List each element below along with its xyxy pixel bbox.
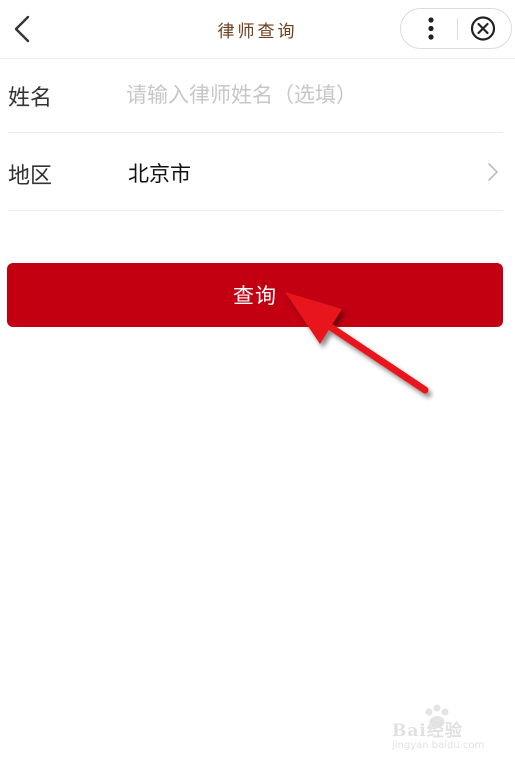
name-input[interactable]: [126, 76, 486, 114]
watermark-brand: Bai经验: [392, 721, 463, 741]
capsule-divider: [457, 18, 458, 39]
navigation-bar: 律师查询: [0, 0, 515, 59]
watermark-url: jingyan.baidu.com: [392, 740, 485, 751]
chevron-right-icon: [488, 163, 498, 181]
region-value: 北京市: [128, 162, 191, 186]
red-arrow-icon: [285, 292, 429, 394]
more-button[interactable]: [409, 11, 453, 46]
name-label: 姓名: [8, 86, 53, 111]
close-button[interactable]: [461, 11, 505, 46]
more-vertical-icon: [428, 17, 434, 40]
name-row: 姓名: [8, 58, 503, 133]
region-label: 地区: [8, 164, 53, 189]
watermark: Bai经验 jingyan.baidu.com: [392, 704, 510, 756]
mini-program-capsule: [400, 8, 512, 49]
region-row[interactable]: 地区 北京市: [8, 133, 503, 211]
close-circle-icon: [470, 16, 496, 41]
